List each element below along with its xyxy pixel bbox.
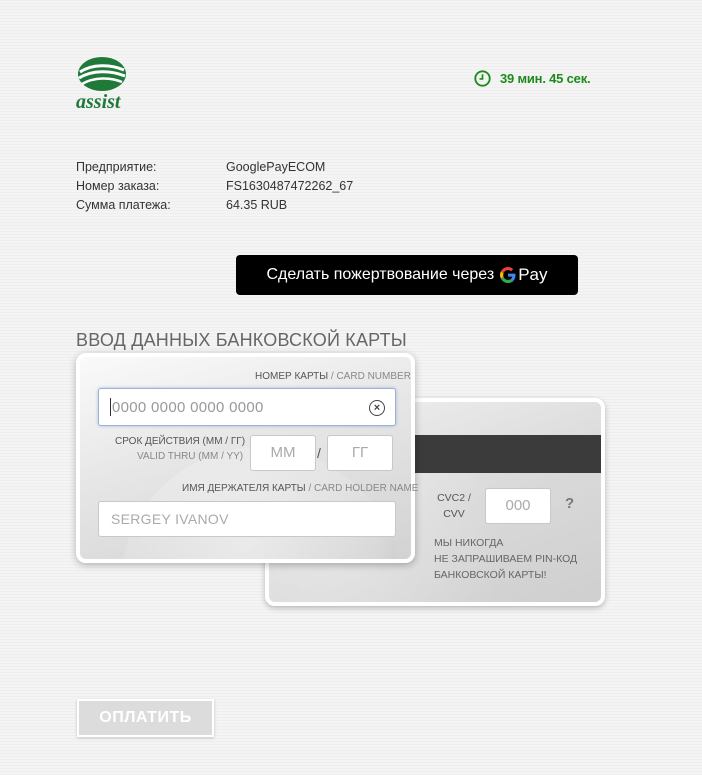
expiry-caption-ru: СРОК ДЕЙСТВИЯ (ММ / ГГ) [115, 436, 246, 447]
section-title: ВВОД ДАННЫХ БАНКОВСКОЙ КАРТЫ [76, 330, 407, 350]
info-label: Предприятие: [76, 160, 157, 174]
google-pay-word: Pay [518, 265, 548, 284]
info-label: Сумма платежа: [76, 198, 171, 212]
expiry-separator: / [317, 445, 321, 461]
info-label: Номер заказа: [76, 179, 160, 193]
cvc-label-line: CVV [443, 508, 465, 520]
pay-button[interactable]: ОПЛАТИТЬ [77, 699, 214, 737]
caption-en: / CARD HOLDER NAME [308, 483, 419, 494]
assist-logo: assist [76, 55, 128, 113]
assist-logo-icon [78, 57, 126, 91]
google-g-icon [500, 267, 516, 283]
card-number-caption: НОМЕР КАРТЫ / CARD NUMBER [255, 371, 411, 382]
text-caret [110, 398, 111, 416]
pin-notice: МЫ НИКОГДА НЕ ЗАПРАШИВАЕМ PIN-КОД БАНКОВ… [434, 535, 577, 583]
pin-notice-line: БАНКОВСКОЙ КАРТЫ! [434, 569, 547, 581]
clock-icon [474, 69, 491, 87]
caption-ru: ИМЯ ДЕРЖАТЕЛЯ КАРТЫ [182, 483, 306, 494]
info-value: GooglePayECOM [226, 160, 326, 174]
info-value: 64.35 RUB [226, 198, 288, 212]
caption-ru: НОМЕР КАРТЫ [255, 371, 329, 382]
card-number-placeholder: 0000 0000 0000 0000 [112, 399, 264, 416]
logo-text: assist [76, 91, 121, 113]
clear-icon[interactable]: × [369, 400, 385, 416]
caption-en: / CARD NUMBER [330, 371, 411, 382]
info-value: FS1630487472262_67 [226, 179, 354, 193]
cvc-help-icon[interactable]: ? [565, 495, 574, 512]
google-pay-button[interactable]: Сделать пожертвование через Pay [236, 255, 578, 295]
card-holder-placeholder: SERGEY IVANOV [111, 511, 229, 527]
card-holder-input[interactable]: SERGEY IVANOV [98, 501, 396, 537]
card-holder-caption: ИМЯ ДЕРЖАТЕЛЯ КАРТЫ / CARD HOLDER NAME [182, 483, 418, 494]
expiry-month-input[interactable]: ММ [250, 435, 316, 471]
pin-notice-line: НЕ ЗАПРАШИВАЕМ PIN-КОД [434, 553, 578, 565]
pin-notice-line: МЫ НИКОГДА [434, 537, 504, 549]
google-pay-label: Сделать пожертвование через [266, 266, 495, 283]
cvc-input[interactable]: 000 [485, 488, 551, 524]
cvc-label-line: CVC2 / [437, 492, 471, 504]
expiry-year-input[interactable]: ГГ [327, 435, 393, 471]
session-timer: 39 мин. 45 сек. [474, 68, 591, 88]
expiry-caption-en: VALID THRU (MM / YY) [137, 451, 244, 462]
timer-text: 39 мин. 45 сек. [500, 70, 591, 86]
cvc-label: CVC2 / CVV [434, 490, 474, 522]
card-number-input[interactable]: 0000 0000 0000 0000 × [98, 388, 396, 426]
